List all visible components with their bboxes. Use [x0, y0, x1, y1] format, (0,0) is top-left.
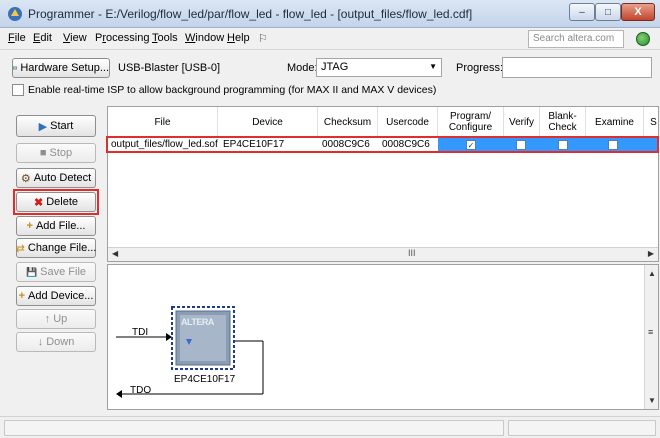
title-bar: Programmer - E:/Verilog/flow_led/par/flo…: [0, 0, 660, 28]
column-file[interactable]: File: [108, 107, 218, 137]
start-icon: ▶: [38, 120, 48, 133]
blank-check-checkbox[interactable]: [558, 140, 568, 150]
start-button[interactable]: ▶ Start: [16, 115, 96, 137]
menu-bar: File Edit View Processing Tools Window H…: [0, 28, 660, 50]
column-checksum[interactable]: Checksum: [318, 107, 378, 137]
chip-logo: ALTERA: [181, 317, 214, 327]
program-configure-checkbox[interactable]: ✓: [466, 140, 476, 150]
hardware-icon: [13, 66, 18, 70]
column-verify[interactable]: Verify: [504, 107, 540, 137]
column-device[interactable]: Device: [218, 107, 318, 137]
status-cell-side: [508, 420, 656, 436]
mode-select[interactable]: JTAG ▼: [316, 58, 442, 77]
auto-detect-icon: ⚙: [20, 172, 31, 185]
column-usercode[interactable]: Usercode: [378, 107, 438, 137]
chip-label: EP4CE10F17: [174, 374, 236, 385]
jtag-chain-diagram: TDI TDO ALTERA EP4CE10F17 ▲ ≡ ▼: [107, 264, 659, 410]
hardware-value: USB-Blaster [USB-0]: [118, 62, 221, 74]
down-arrow-icon: ↓: [37, 336, 44, 348]
isp-checkbox[interactable]: [12, 84, 24, 96]
auto-detect-button[interactable]: ⚙ Auto Detect: [16, 168, 96, 188]
add-device-icon: +: [18, 290, 25, 302]
scroll-up-icon[interactable]: ▲: [648, 269, 656, 278]
tdo-arrow-icon: [116, 390, 122, 398]
column-blank-check[interactable]: Blank- Check: [540, 107, 586, 137]
cell-device: EP4CE10F17: [223, 139, 285, 150]
menu-window[interactable]: Window: [185, 32, 224, 44]
close-button[interactable]: X: [621, 3, 655, 21]
stop-button[interactable]: ■ Stop: [16, 143, 96, 163]
menu-view[interactable]: View: [63, 32, 87, 44]
maximize-button[interactable]: □: [595, 3, 621, 21]
column-program-configure[interactable]: Program/ Configure: [438, 107, 504, 137]
horizontal-scrollbar[interactable]: ◀ III ▶: [108, 247, 658, 261]
change-file-button[interactable]: ⇄ Change File...: [16, 238, 96, 258]
tdi-label: TDI: [132, 327, 149, 338]
scroll-grip-icon[interactable]: ≡: [648, 327, 653, 337]
help-pin-icon[interactable]: ⚐: [258, 32, 268, 45]
menu-help[interactable]: Help: [227, 32, 250, 44]
scroll-grip[interactable]: III: [408, 248, 416, 258]
delete-button[interactable]: ✖ Delete: [16, 192, 96, 212]
status-bar: [0, 416, 660, 438]
save-icon: 💾: [25, 266, 38, 277]
quartus-app-icon: [8, 7, 22, 21]
column-examine[interactable]: Examine: [586, 107, 644, 137]
device-table: File Device Checksum Usercode Program/ C…: [107, 106, 659, 262]
window-title: Programmer - E:/Verilog/flow_led/par/flo…: [28, 7, 473, 21]
jtag-chain-canvas: [116, 306, 264, 398]
menu-file[interactable]: File: [8, 32, 26, 44]
mode-label: Mode:: [287, 62, 318, 74]
hardware-setup-button[interactable]: Hardware Setup...: [12, 58, 110, 78]
change-file-icon: ⇄: [15, 242, 25, 255]
up-arrow-icon: ↑: [44, 313, 51, 325]
search-input[interactable]: Search altera.com: [528, 30, 624, 48]
add-device-button[interactable]: + Add Device...: [16, 286, 96, 306]
menu-processing[interactable]: Processing: [95, 32, 149, 44]
table-header: File Device Checksum Usercode Program/ C…: [108, 107, 658, 137]
up-button[interactable]: ↑ Up: [16, 309, 96, 329]
status-cell-main: [4, 420, 504, 436]
cell-usercode: 0008C9C6: [382, 139, 430, 150]
table-row[interactable]: output_files/flow_led.sof EP4CE10F17 000…: [108, 138, 658, 153]
isp-label: Enable real-time ISP to allow background…: [28, 84, 437, 96]
add-file-icon: +: [26, 220, 33, 232]
cell-checksum: 0008C9C6: [322, 139, 370, 150]
scroll-left-icon[interactable]: ◀: [112, 249, 118, 258]
stop-icon: ■: [39, 147, 47, 159]
chevron-down-icon: ▼: [429, 62, 437, 71]
tdo-label: TDO: [130, 385, 152, 396]
delete-icon: ✖: [33, 196, 44, 209]
progress-label: Progress:: [456, 62, 504, 74]
verify-checkbox[interactable]: [516, 140, 526, 150]
menu-tools[interactable]: Tools: [152, 32, 178, 44]
minimize-button[interactable]: –: [569, 3, 595, 21]
down-button[interactable]: ↓ Down: [16, 332, 96, 352]
scroll-down-icon[interactable]: ▼: [648, 396, 656, 405]
scroll-right-icon[interactable]: ▶: [648, 249, 654, 258]
cell-file[interactable]: output_files/flow_led.sof: [111, 139, 218, 150]
globe-icon[interactable]: [636, 32, 650, 46]
column-security[interactable]: S: [644, 107, 658, 137]
add-file-button[interactable]: + Add File...: [16, 216, 96, 236]
vertical-scrollbar[interactable]: ▲ ≡ ▼: [644, 265, 658, 409]
progress-field: [502, 57, 652, 78]
mode-value: JTAG: [321, 61, 349, 73]
menu-edit[interactable]: Edit: [33, 32, 52, 44]
save-file-button[interactable]: 💾 Save File: [16, 262, 96, 282]
examine-checkbox[interactable]: [608, 140, 618, 150]
hardware-setup-label: Hardware Setup...: [20, 62, 109, 74]
